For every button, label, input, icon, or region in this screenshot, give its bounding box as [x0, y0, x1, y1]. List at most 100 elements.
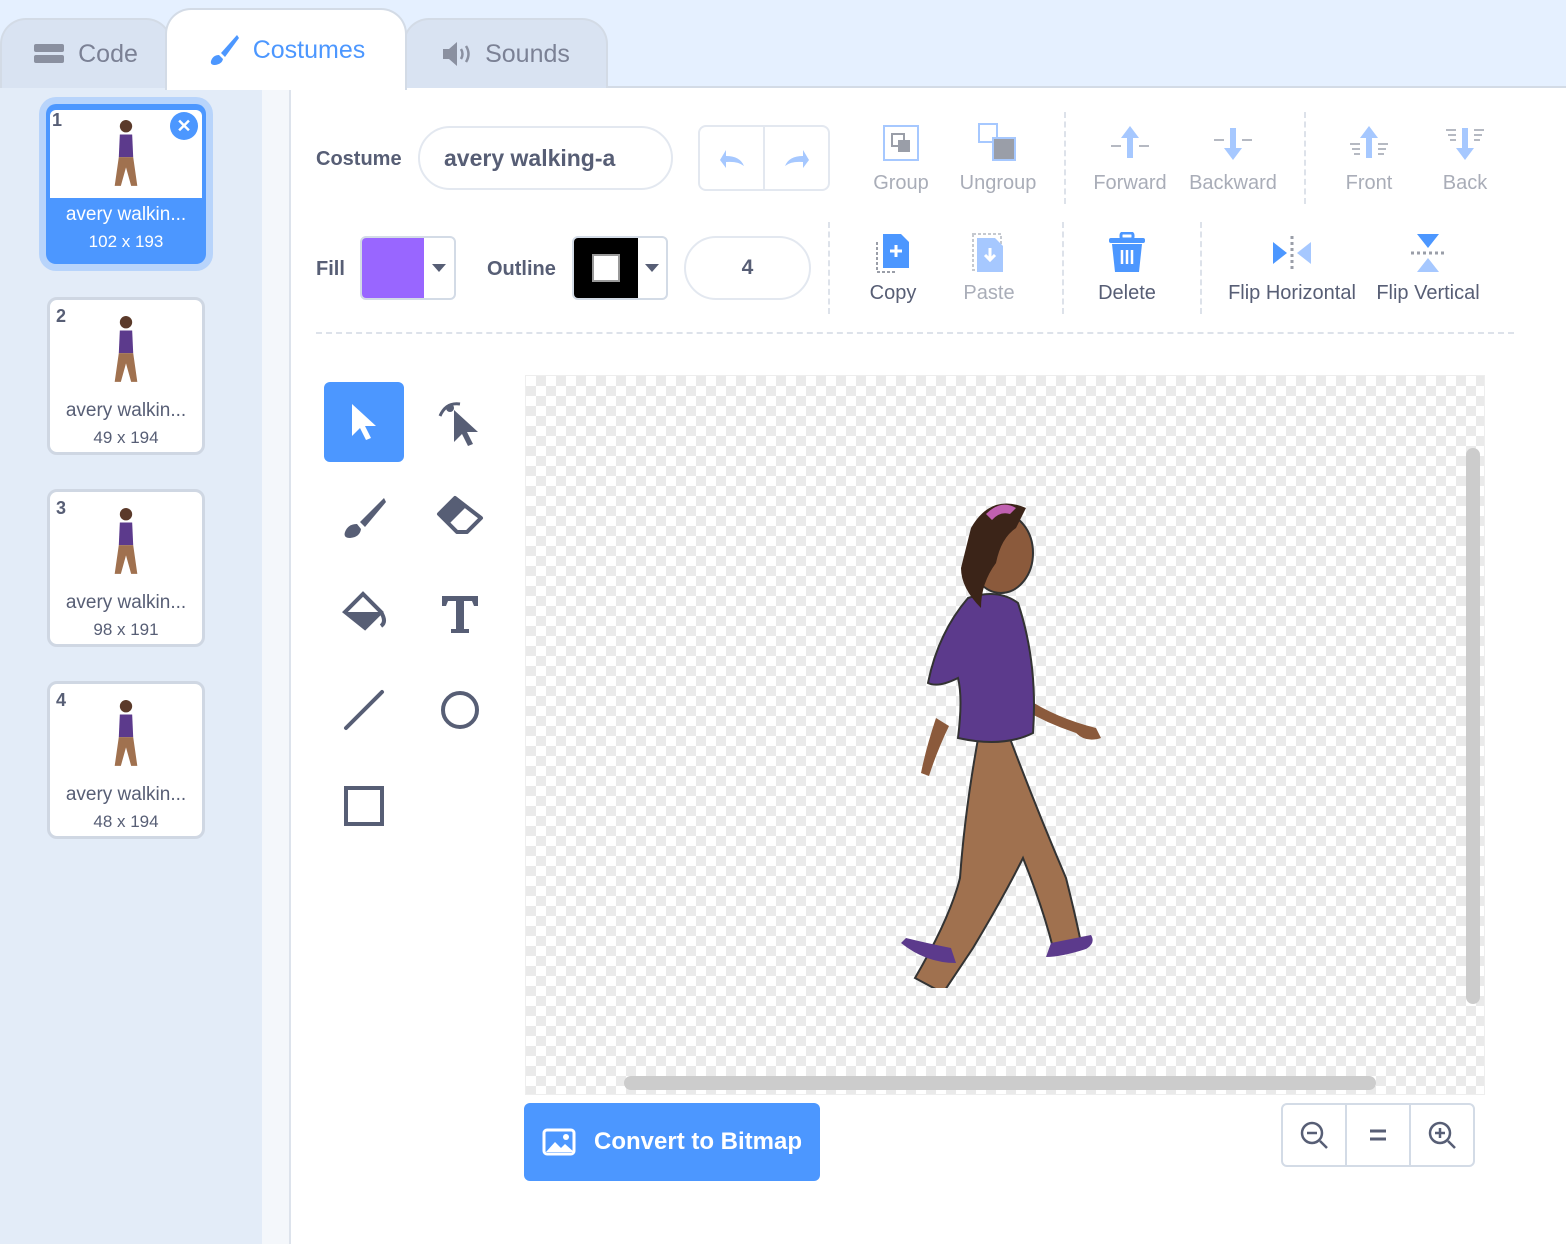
costume-number: 4: [56, 690, 67, 710]
ungroup-button[interactable]: Ungroup: [956, 122, 1040, 195]
select-tool[interactable]: [324, 382, 404, 462]
redo-button[interactable]: [765, 127, 828, 189]
flip-horizontal-button[interactable]: Flip Horizontal: [1226, 232, 1358, 305]
costume-name-value: avery walking-a: [444, 144, 616, 171]
costume-item[interactable]: 3 avery walkin... 98 x 191: [47, 489, 205, 647]
vertical-scrollbar[interactable]: [1466, 448, 1480, 1004]
tab-code[interactable]: Code: [0, 18, 172, 88]
line-tool[interactable]: [324, 670, 404, 750]
close-icon: ✕: [176, 115, 192, 136]
costume-item[interactable]: 2 avery walkin... 49 x 194: [47, 297, 205, 455]
back-label: Back: [1442, 172, 1488, 194]
chevron-down-icon: [424, 238, 454, 298]
separator: [1062, 222, 1064, 314]
undo-button[interactable]: [700, 127, 765, 189]
line-icon: [344, 690, 384, 730]
flip-horizontal-icon: [1273, 236, 1311, 270]
paint-bucket-icon: [342, 591, 386, 631]
copy-label: Copy: [869, 282, 917, 304]
costume-name: avery walkin...: [65, 204, 187, 225]
zoom-in-button[interactable]: [1411, 1105, 1473, 1165]
brush-icon: [344, 498, 386, 538]
circle-tool[interactable]: [420, 670, 500, 750]
speaker-icon: [443, 42, 470, 66]
ungroup-icon: [978, 123, 1016, 161]
flip-vertical-label: Flip Vertical: [1376, 282, 1480, 304]
text-tool[interactable]: [420, 574, 500, 654]
text-icon: [442, 596, 478, 633]
copy-icon: [876, 234, 909, 273]
toolbar-divider: [316, 332, 1514, 334]
backward-button[interactable]: Backward: [1186, 122, 1280, 195]
outline-width-value: 4: [741, 256, 754, 279]
horizontal-scrollbar[interactable]: [624, 1076, 1376, 1090]
forward-label: Forward: [1093, 172, 1167, 194]
back-icon: [1446, 128, 1484, 160]
zoom-out-button[interactable]: [1283, 1105, 1347, 1165]
costume-item[interactable]: 4 avery walkin... 48 x 194: [47, 681, 205, 839]
undo-redo-group: [698, 125, 830, 191]
outline-width-input[interactable]: 4: [684, 236, 811, 300]
delete-button[interactable]: Delete: [1094, 232, 1160, 305]
front-icon: [1350, 126, 1388, 158]
chevron-down-icon: [638, 238, 666, 298]
separator: [1304, 112, 1306, 204]
front-button[interactable]: Front: [1336, 122, 1402, 195]
costume-thumbnail: [50, 492, 202, 592]
costume-name: avery walkin...: [65, 784, 187, 805]
fill-tool[interactable]: [324, 574, 404, 654]
fill-color-picker[interactable]: [360, 236, 456, 300]
paste-label: Paste: [963, 282, 1015, 304]
costume-sprite[interactable]: [876, 498, 1136, 988]
tab-costumes[interactable]: Costumes: [165, 8, 407, 90]
convert-to-bitmap-button[interactable]: Convert to Bitmap: [524, 1103, 820, 1181]
ungroup-label: Ungroup: [959, 172, 1037, 194]
brush-tool[interactable]: [324, 478, 404, 558]
group-button[interactable]: Group: [868, 122, 934, 195]
image-icon: [542, 1128, 576, 1156]
forward-icon: [1111, 126, 1149, 158]
rectangle-icon: [344, 786, 384, 826]
fill-label: Fill: [316, 258, 345, 280]
trash-icon: [1109, 232, 1145, 272]
arrow-cursor-icon: [352, 404, 376, 440]
eraser-tool[interactable]: [420, 478, 500, 558]
tab-costumes-label: Costumes: [252, 35, 366, 64]
front-label: Front: [1345, 172, 1393, 194]
costume-label: Costume: [316, 148, 402, 170]
costume-number: 2: [56, 306, 67, 326]
reshape-tool[interactable]: [420, 382, 500, 462]
costume-size: 48 x 194: [93, 812, 159, 831]
paint-canvas[interactable]: [525, 375, 1485, 1095]
flip-horizontal-label: Flip Horizontal: [1228, 282, 1356, 304]
costume-item[interactable]: 1 avery walkin... 102 x 193 ✕: [46, 104, 206, 264]
outline-color-picker[interactable]: [572, 236, 668, 300]
group-label: Group: [873, 172, 929, 194]
back-button[interactable]: Back: [1432, 122, 1498, 195]
tab-sounds[interactable]: Sounds: [403, 18, 608, 88]
separator: [1064, 112, 1066, 204]
copy-button[interactable]: Copy: [862, 232, 924, 305]
costume-name-input[interactable]: avery walking-a: [418, 126, 673, 190]
undo-icon: [719, 150, 744, 168]
costume-number: 3: [56, 498, 67, 518]
paste-button[interactable]: Paste: [958, 232, 1020, 305]
costume-size: 98 x 191: [93, 620, 159, 639]
redo-icon: [784, 150, 809, 168]
fill-color-swatch: [362, 238, 424, 298]
flip-vertical-icon: [1411, 234, 1445, 272]
costume-thumbnail: [50, 684, 202, 784]
costume-thumbnail: [50, 300, 202, 400]
eraser-icon: [437, 496, 483, 534]
forward-button[interactable]: Forward: [1090, 122, 1170, 195]
tab-sounds-label: Sounds: [485, 39, 570, 68]
costume-name: avery walkin...: [65, 400, 187, 421]
tab-code-label: Code: [78, 39, 138, 68]
zoom-reset-button[interactable]: [1347, 1105, 1411, 1165]
equals-icon: [1370, 1129, 1386, 1141]
flip-vertical-button[interactable]: Flip Vertical: [1374, 232, 1482, 305]
delete-costume-button[interactable]: ✕: [170, 112, 198, 140]
rectangle-tool[interactable]: [324, 766, 404, 846]
costume-size: 102 x 193: [88, 232, 164, 251]
delete-label: Delete: [1098, 282, 1156, 304]
